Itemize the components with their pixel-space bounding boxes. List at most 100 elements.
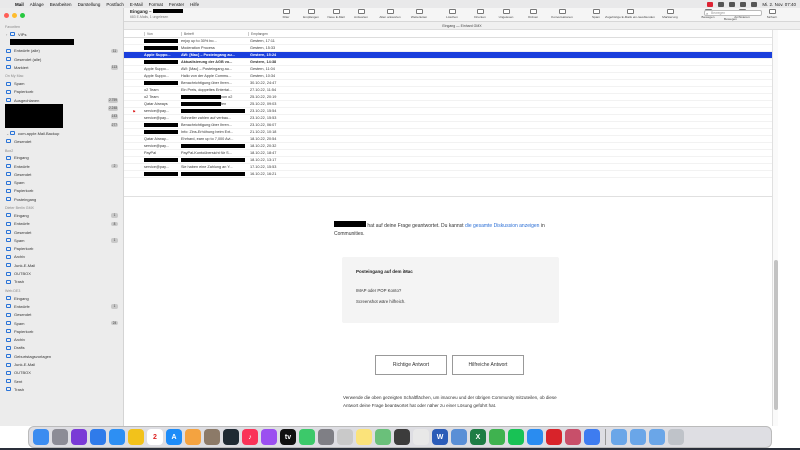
textedit-icon[interactable]	[413, 429, 429, 445]
xcode-icon[interactable]	[584, 429, 600, 445]
imageviewer-icon[interactable]	[565, 429, 581, 445]
sidebar-item-backup[interactable]: ⌄ com.apple.Mail.Backup	[0, 129, 123, 137]
systemprefs-icon[interactable]	[318, 429, 334, 445]
downloads-folder-icon[interactable]	[629, 429, 646, 445]
maps-icon[interactable]	[375, 429, 391, 445]
sidebar-item-gesendet[interactable]: Gesendet	[0, 170, 123, 178]
appstore-icon[interactable]: A	[166, 429, 182, 445]
from-column-header[interactable]: Von	[144, 31, 181, 36]
facetime-icon[interactable]	[204, 429, 220, 445]
calendar-icon[interactable]: 2	[147, 429, 163, 445]
sidebar-item-gesendet[interactable]: Gesendet	[0, 137, 123, 145]
screenshot-icon[interactable]	[394, 429, 410, 445]
sidebar-item-vips[interactable]: › VIPs	[0, 30, 123, 38]
message-row[interactable]: o2 Team Ein Preis, doppeltes Entertai... 2…	[124, 87, 772, 94]
message-row[interactable]: Info: Zins-Erhöhung beim Ext... 21.10.22,…	[124, 129, 772, 136]
menu-fenster[interactable]: Fenster	[169, 2, 184, 7]
line-icon[interactable]	[508, 429, 524, 445]
menu-mail[interactable]: Mail	[15, 2, 24, 7]
folder-icon[interactable]	[610, 429, 627, 445]
helpful-answer-button[interactable]: Hilfreiche Antwort	[452, 355, 524, 375]
sidebar-item-entwürfe-alle[interactable]: Entwürfe (alle) 11	[0, 47, 123, 55]
sidebar-item-eingang[interactable]: Eingang	[0, 294, 123, 302]
photos-icon[interactable]	[185, 429, 201, 445]
numbers-icon[interactable]	[489, 429, 505, 445]
toolbar-button-antworten[interactable]: Antworten	[349, 9, 373, 21]
message-row[interactable]: 18.10.22, 13:17	[124, 157, 772, 164]
sidebar-item-markiert[interactable]: Markiert 113	[0, 63, 123, 71]
sidebar-item-junk-e-mail[interactable]: Junk-E-Mail	[0, 360, 123, 368]
sidebar-item-eingang[interactable]: Eingang	[0, 154, 123, 162]
message-row[interactable]: Apple Suppo... Hallo von der Apple Commu.…	[124, 73, 772, 80]
menubar-clock[interactable]: Mi. 2. Nov. 07:40	[762, 2, 796, 7]
chevron-right-icon[interactable]: ›	[6, 32, 9, 37]
sidebar-item-posteingang[interactable]: Posteingang	[0, 195, 123, 203]
sidebar-item-trash[interactable]: Trash	[0, 385, 123, 393]
message-row[interactable]: service@pay... 18.10.22, 20:32	[124, 143, 772, 150]
sidebar-item-outbox[interactable]: OUTBOX	[0, 269, 123, 277]
search-input[interactable]: ⌕ Bewegen	[704, 10, 762, 16]
zoom-window-button[interactable]	[20, 12, 25, 18]
message-row[interactable]: Qatar Airway... Ehrhard, earn up to 7,000…	[124, 136, 772, 143]
timemachine-icon[interactable]	[223, 429, 239, 445]
word-icon[interactable]: W	[432, 429, 448, 445]
status-app-icon[interactable]	[707, 1, 714, 7]
menu-postfach[interactable]: Postfach	[106, 2, 124, 7]
sidebar-item-spam[interactable]: Spam 24	[0, 319, 123, 327]
menu-darstellung[interactable]: Darstellung	[78, 2, 101, 7]
notes-icon[interactable]	[356, 429, 372, 445]
message-row[interactable]: service@pay... Sie haben eine Zahlung an …	[124, 164, 772, 171]
sidebar-item-redacted[interactable]: 277	[0, 121, 123, 129]
menu-email[interactable]: E-Mail	[130, 2, 143, 7]
message-row[interactable]: Benachrichtigung über Ihren... 23.10.22, …	[124, 122, 772, 129]
scripteditor-icon[interactable]	[337, 429, 353, 445]
toolbar-button-konversationen[interactable]: Konversationen	[550, 9, 574, 21]
sidebar-item-spam[interactable]: Spam	[0, 178, 123, 186]
message-row[interactable]: enjoy up to 30% bo... Gestern, 17:11	[124, 38, 772, 45]
sidebar-item-entwürfe[interactable]: Entwürfe 2	[0, 162, 123, 170]
sidebar-item-ausgechlanen[interactable]: Ausgechlanen 2.759	[0, 96, 123, 104]
wifi-icon[interactable]	[729, 1, 736, 7]
sidebar-item-papierkorb[interactable]: Papierkorb	[0, 88, 123, 96]
message-row[interactable]: service@pay... Schneller zahlen auf verba…	[124, 115, 772, 122]
toolbar-button-neue-e-mail[interactable]: Neue E-Mail	[324, 9, 348, 21]
message-row[interactable]: Benachrichtigung über Ihren... 30.10.22, …	[124, 80, 772, 87]
sidebar-item-gesendet[interactable]: Gesendet	[0, 311, 123, 319]
toolbar-button-allen-antworten[interactable]: Allen antworten	[378, 9, 402, 21]
toolbar-button-sichern[interactable]: Sichern	[760, 9, 784, 21]
trash-icon[interactable]	[667, 429, 684, 445]
message-row[interactable]: PayPal PayPal-Kontoübersicht für S... 18.1…	[124, 150, 772, 157]
sidebar-item-gesendet-alle[interactable]: Gesendet (alle)	[0, 55, 123, 63]
appletv-icon[interactable]: tv	[280, 429, 296, 445]
documents-folder-icon[interactable]	[648, 429, 665, 445]
message-row[interactable]: 16.10.22, 16:21	[124, 171, 772, 178]
sidebar-item-entwürfe[interactable]: Entwürfe 1	[0, 302, 123, 310]
messages-icon[interactable]	[299, 429, 315, 445]
subject-column-header[interactable]: Betreff	[181, 31, 248, 36]
toolbar-button-markierung[interactable]: Markierung	[658, 9, 682, 21]
content-scrollbar[interactable]	[772, 30, 778, 426]
acrobat-icon[interactable]	[546, 429, 562, 445]
message-row[interactable]: Apple Suppo... AW: [Mac] – Posteingang au…	[124, 52, 772, 59]
toolbar-button-filter[interactable]: Filter	[274, 9, 298, 21]
toolbar-button-löschen[interactable]: Löschen	[440, 9, 464, 21]
message-row[interactable]: Aktualisierung der AGB vo... Gestern, 14:…	[124, 59, 772, 66]
podcasts-icon[interactable]	[261, 429, 277, 445]
toolbar-button-ordnen[interactable]: Ordnen	[521, 9, 545, 21]
music-icon[interactable]: ♪	[242, 429, 258, 445]
scrollbar-thumb[interactable]	[774, 260, 778, 410]
message-row[interactable]: Moderation Process Gestern, 15:33	[124, 45, 772, 52]
message-row[interactable]: Apple Suppo... AW: [Mac] – Posteingang au…	[124, 66, 772, 73]
toolbar-button-empfangen[interactable]: Empfangen	[299, 9, 323, 21]
sidebar-item-redacted[interactable]: 143	[0, 112, 123, 120]
menu-hilfe[interactable]: Hilfe	[190, 2, 199, 7]
close-window-button[interactable]	[4, 12, 9, 18]
safari-icon[interactable]	[109, 429, 125, 445]
chrome-icon[interactable]	[128, 429, 144, 445]
sidebar-item-spam[interactable]: Spam 1	[0, 236, 123, 244]
mail-icon[interactable]	[90, 429, 106, 445]
launchpad-icon[interactable]	[52, 429, 68, 445]
sidebar-item-archiv[interactable]: Archiv	[0, 253, 123, 261]
sidebar-item-drafts[interactable]: Drafts	[0, 344, 123, 352]
toolbar-button-zugehörige-e-mails-ein-ausblenden[interactable]: Zugehörige E-Mails ein-/ausblenden	[605, 9, 655, 21]
